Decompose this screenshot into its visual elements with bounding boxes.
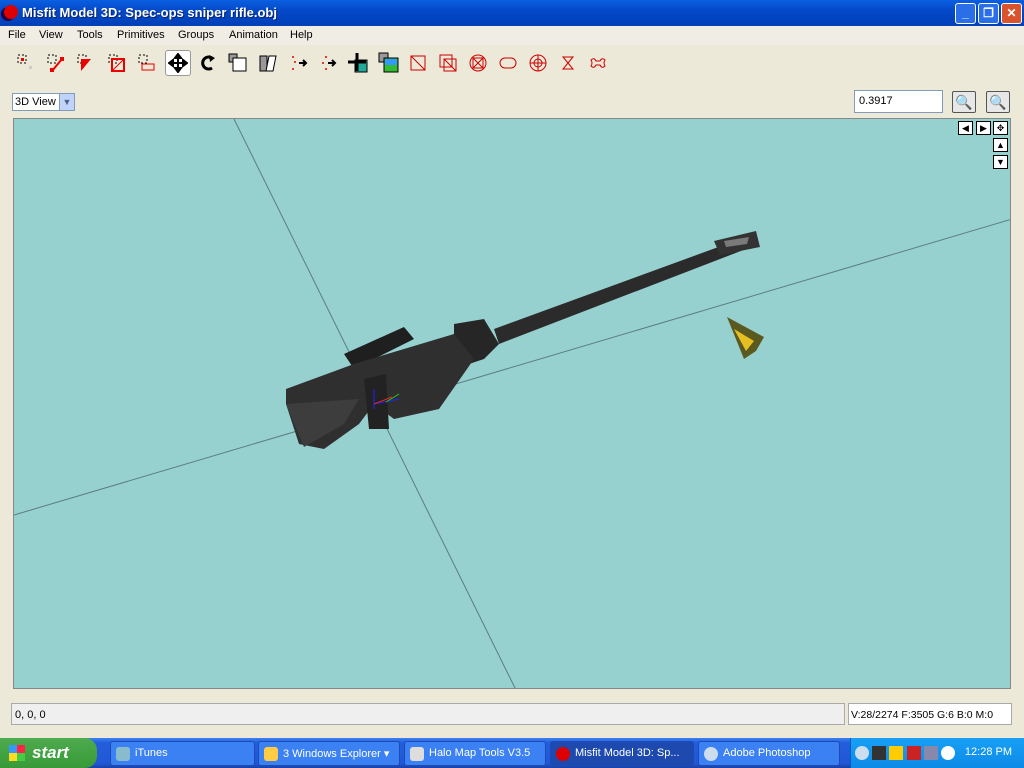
task-label: Halo Map Tools V3.5	[429, 747, 531, 759]
task-adobe-photoshop[interactable]: Adobe Photoshop	[698, 741, 840, 766]
menu-help[interactable]: Help	[290, 29, 313, 41]
folder-icon	[264, 747, 278, 761]
torus-icon[interactable]	[525, 50, 551, 76]
title-bar: Misfit Model 3D: Spec-ops sniper rifle.o…	[0, 0, 1024, 26]
menu-primitives[interactable]: Primitives	[117, 29, 165, 41]
restore-button[interactable]: ❐	[978, 3, 999, 24]
select-vertices-icon[interactable]	[13, 50, 39, 76]
windows-logo-icon	[9, 745, 25, 761]
move-icon[interactable]	[165, 50, 191, 76]
clock: 12:28 PM	[964, 746, 1012, 758]
select-faces-icon[interactable]	[43, 50, 69, 76]
ellipsoid-icon[interactable]	[465, 50, 491, 76]
cursor-icon	[727, 317, 764, 359]
shear-icon[interactable]	[255, 50, 281, 76]
pan-move-button[interactable]: ✥	[993, 121, 1008, 135]
task-label: Misfit Model 3D: Sp...	[575, 747, 680, 759]
task-label: Adobe Photoshop	[723, 747, 811, 759]
select-bones-icon[interactable]	[134, 50, 160, 76]
tray-icon-gc[interactable]	[872, 746, 886, 760]
extrude-icon[interactable]	[286, 50, 312, 76]
cube-icon[interactable]	[435, 50, 461, 76]
minimize-button[interactable]: _	[955, 3, 976, 24]
task-label: 3 Windows Explorer	[283, 748, 381, 760]
axis-line-x	[14, 219, 1010, 516]
attach-icon[interactable]	[315, 50, 341, 76]
background-icon[interactable]	[376, 50, 402, 76]
close-button[interactable]: ✕	[1001, 3, 1022, 24]
zoom-in-button[interactable]: 🔍	[952, 91, 976, 113]
start-label: start	[32, 743, 69, 762]
menu-bar: File View Tools Primitives Groups Animat…	[0, 26, 1024, 45]
start-button[interactable]: start	[0, 738, 97, 768]
view-select-value: 3D View	[15, 96, 56, 108]
window-title: Misfit Model 3D: Spec-ops sniper rifle.o…	[22, 5, 277, 20]
3d-viewport[interactable]: ◀ ▶ ✥ ▲ ▼	[13, 118, 1011, 689]
bone-joint-icon[interactable]	[585, 50, 611, 76]
task-itunes[interactable]: iTunes	[110, 741, 255, 766]
model-canvas	[14, 119, 1010, 688]
menu-view[interactable]: View	[39, 29, 63, 41]
sniper-rifle-model	[286, 231, 760, 449]
view-select[interactable]: 3D View ▼	[12, 93, 75, 111]
zoom-out-button[interactable]: 🔍	[986, 91, 1010, 113]
system-tray: 12:28 PM	[850, 738, 1024, 768]
cylinder-icon[interactable]	[495, 50, 521, 76]
taskbar: start iTunes 3 Windows Explorer ▾ Halo M…	[0, 738, 1024, 768]
itunes-icon	[116, 747, 130, 761]
menu-file[interactable]: File	[8, 29, 26, 41]
pan-right-button[interactable]: ▶	[976, 121, 991, 135]
select-connected-icon[interactable]	[73, 50, 99, 76]
halo-map-tools-icon	[410, 747, 424, 761]
drag-vertex-icon[interactable]	[345, 50, 371, 76]
menu-groups[interactable]: Groups	[178, 29, 214, 41]
tray-icon-app[interactable]	[907, 746, 921, 760]
show-hidden-icons-button[interactable]	[855, 746, 869, 760]
select-groups-icon[interactable]	[104, 50, 130, 76]
polygon-icon[interactable]	[555, 50, 581, 76]
pan-up-button[interactable]: ▲	[993, 138, 1008, 152]
task-windows-explorer[interactable]: 3 Windows Explorer ▾	[258, 741, 400, 766]
tray-icon-info[interactable]	[941, 746, 955, 760]
pan-down-button[interactable]: ▼	[993, 155, 1008, 169]
pan-left-button[interactable]: ◀	[958, 121, 973, 135]
zoom-input[interactable]: 0.3917	[854, 90, 943, 113]
menu-tools[interactable]: Tools	[77, 29, 103, 41]
rectangle-icon[interactable]	[405, 50, 431, 76]
status-coordinates: 0, 0, 0	[11, 703, 845, 725]
tray-icon-security[interactable]	[889, 746, 903, 760]
menu-animation[interactable]: Animation	[229, 29, 278, 41]
network-icon[interactable]	[924, 746, 938, 760]
photoshop-icon	[704, 747, 718, 761]
chevron-down-icon[interactable]: ▼	[59, 94, 74, 110]
scale-icon[interactable]	[225, 50, 251, 76]
task-label: iTunes	[135, 747, 168, 759]
misfit-icon	[556, 747, 570, 761]
app-icon	[4, 5, 18, 19]
toolbar	[0, 47, 1024, 77]
status-model-stats: V:28/2274 F:3505 G:6 B:0 M:0	[848, 703, 1012, 725]
task-misfit-model-3d[interactable]: Misfit Model 3D: Sp...	[550, 741, 694, 766]
task-halo-map-tools[interactable]: Halo Map Tools V3.5	[404, 741, 546, 766]
rotate-icon[interactable]	[195, 50, 221, 76]
